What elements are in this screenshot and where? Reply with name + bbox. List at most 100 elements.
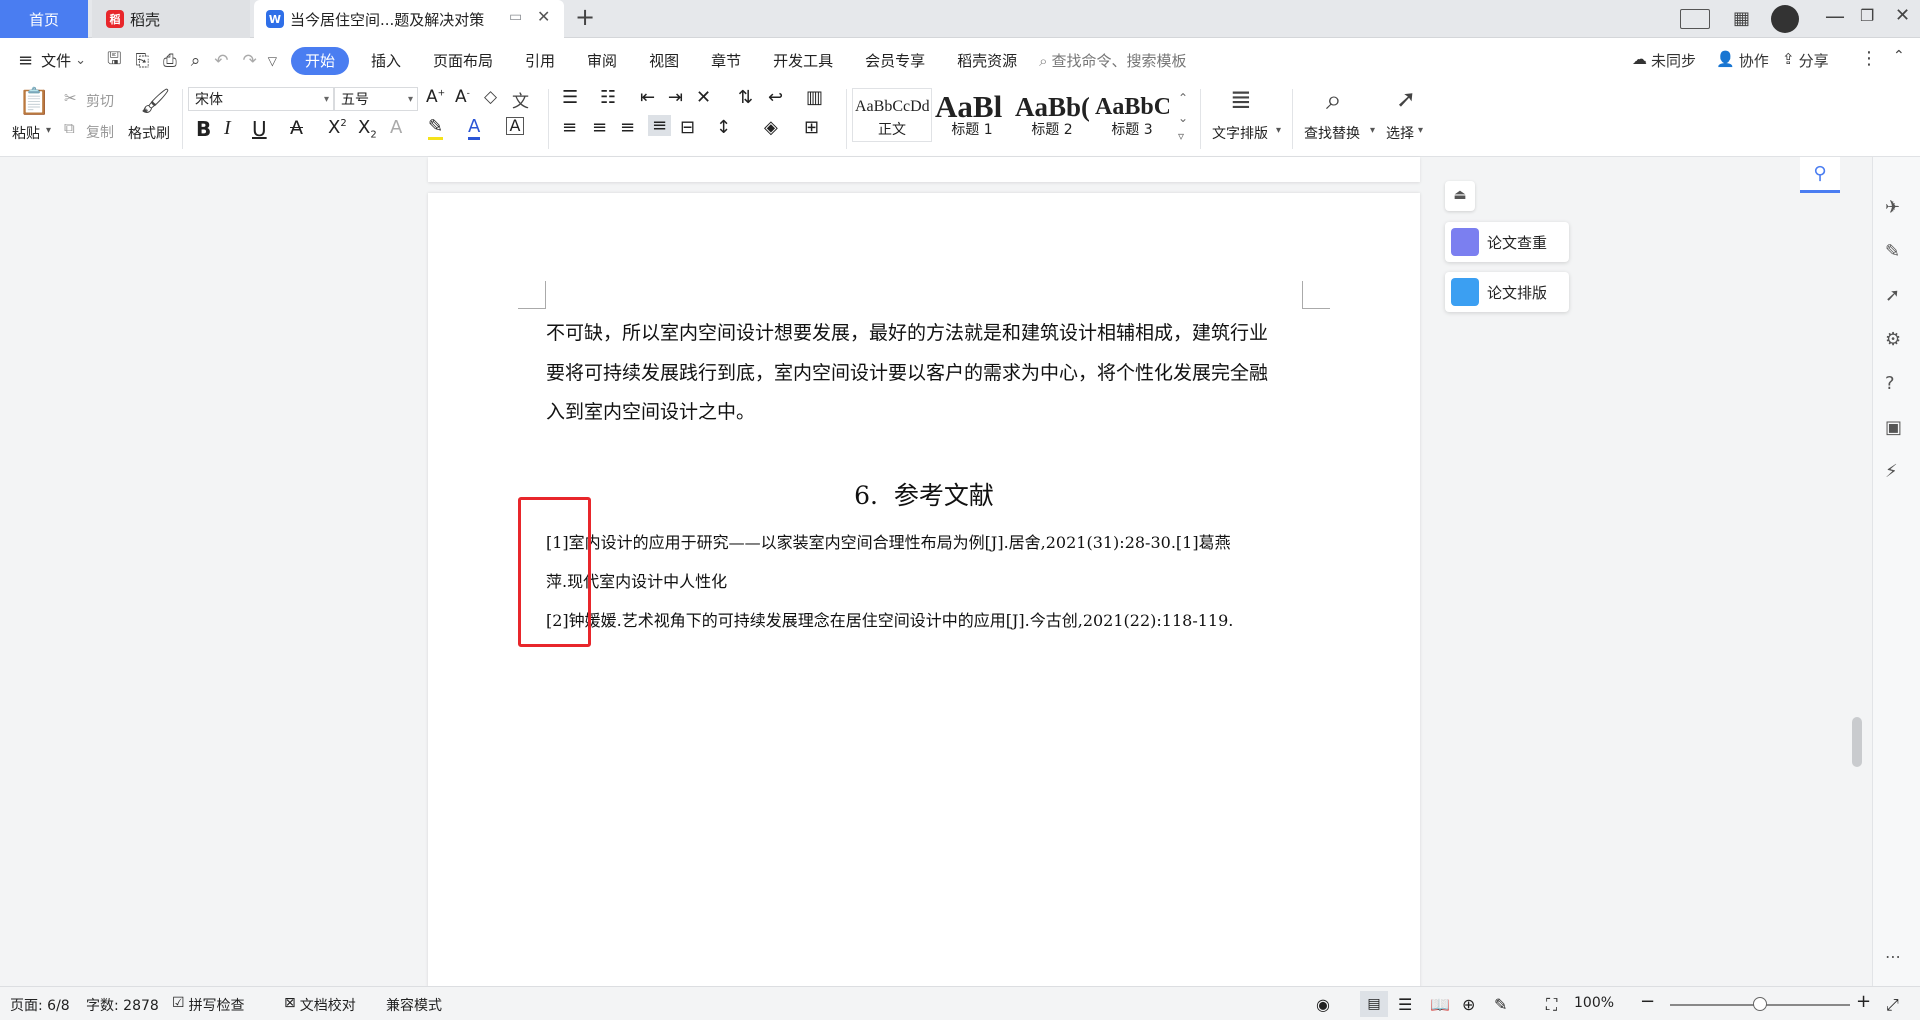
borders-icon[interactable]: ⊞: [804, 117, 819, 138]
customize-quick-access-icon[interactable]: ▽: [264, 54, 285, 68]
bold-icon[interactable]: B: [196, 117, 211, 141]
menu-review[interactable]: 审阅: [571, 38, 633, 83]
zoom-slider-thumb[interactable]: [1753, 997, 1767, 1011]
print-preview-icon[interactable]: ⌕: [184, 51, 208, 71]
thesis-layout-button[interactable]: 论文排版: [1445, 272, 1569, 312]
align-right-icon[interactable]: ≡: [620, 117, 635, 138]
align-left-icon[interactable]: ≡: [562, 117, 577, 138]
style-heading-3[interactable]: AaBbC 标题 3: [1092, 88, 1172, 142]
print-icon[interactable]: ⎙: [156, 51, 184, 71]
zoom-in-button[interactable]: +: [1856, 991, 1871, 1012]
zoom-out-button[interactable]: −: [1640, 991, 1655, 1012]
style-normal[interactable]: AaBbCcDd 正文: [852, 88, 932, 142]
font-color-icon[interactable]: A: [468, 117, 481, 140]
help-icon[interactable]: ?: [1885, 373, 1909, 397]
format-painter-button[interactable]: 格式刷: [128, 123, 170, 143]
apps-grid-icon[interactable]: ▦: [1733, 8, 1750, 29]
spell-check-button[interactable]: ☑ 拼写检查: [172, 995, 245, 1015]
fullscreen-icon[interactable]: ⤢: [1886, 995, 1899, 1015]
pointer-icon[interactable]: ➚: [1885, 285, 1909, 309]
style-heading-2[interactable]: AaBb(标题 2: [1012, 88, 1092, 142]
lightning-icon[interactable]: ⚡: [1885, 461, 1909, 485]
superscript-icon[interactable]: X2: [328, 117, 347, 138]
rocket-icon[interactable]: ✈: [1885, 197, 1909, 221]
copy-button[interactable]: 复制: [86, 122, 114, 142]
page-view-icon[interactable]: ▤: [1360, 991, 1388, 1017]
document-page[interactable]: 不可缺，所以室内空间设计想要发展，最好的方法就是和建筑设计相辅相成，建筑行业 要…: [428, 193, 1420, 1005]
shrink-font-icon[interactable]: A-: [455, 87, 470, 107]
collaborate-button[interactable]: 👤 协作: [1716, 50, 1769, 71]
eye-protection-icon[interactable]: ◉: [1316, 995, 1330, 1014]
distribute-icon[interactable]: ⊟: [680, 117, 695, 138]
underline-icon[interactable]: U: [252, 117, 267, 141]
phonetic-guide-icon[interactable]: 文: [512, 87, 529, 112]
character-border-icon[interactable]: A: [506, 117, 524, 135]
font-size-select[interactable]: 五号 ▾: [334, 87, 418, 111]
avatar[interactable]: [1771, 5, 1799, 33]
tab-home[interactable]: 首页: [0, 0, 88, 38]
decrease-indent-icon[interactable]: ⇤: [640, 87, 655, 108]
menu-home[interactable]: 开始: [290, 46, 349, 75]
increase-indent-icon[interactable]: ⇥: [668, 87, 683, 108]
subscript-icon[interactable]: X2: [358, 117, 377, 141]
vertical-scrollbar[interactable]: [1849, 157, 1865, 986]
restore-icon[interactable]: ❐: [1860, 6, 1874, 25]
styles-more-icon[interactable]: ▿: [1178, 129, 1184, 143]
paste-dropdown-icon[interactable]: ▾: [46, 125, 51, 136]
reading-mode-icon[interactable]: [1680, 9, 1710, 29]
menu-developer[interactable]: 开发工具: [757, 38, 849, 83]
menu-page-layout[interactable]: 页面布局: [417, 38, 509, 83]
cut-button[interactable]: 剪切: [86, 91, 114, 111]
pin-tab-icon[interactable]: ▭: [509, 9, 522, 25]
clipboard-icon[interactable]: 📋: [18, 87, 50, 117]
chinese-layout-icon[interactable]: ✕: [696, 87, 711, 108]
redo-icon[interactable]: ↷: [236, 51, 264, 71]
select-button[interactable]: 选择: [1386, 123, 1414, 143]
bullet-list-icon[interactable]: ☰: [562, 87, 578, 108]
pen-icon[interactable]: ✎: [1885, 241, 1909, 265]
more-options-icon[interactable]: ⋮: [1860, 48, 1878, 69]
line-spacing-icon[interactable]: ↕: [716, 117, 731, 138]
grow-font-icon[interactable]: A+: [426, 87, 445, 107]
word-count[interactable]: 字数: 2878: [86, 995, 159, 1015]
web-view-icon[interactable]: ⊕: [1462, 995, 1475, 1014]
copy-icon[interactable]: ⧉: [64, 119, 75, 137]
save-icon[interactable]: 🖫: [100, 46, 128, 75]
location-pin-icon[interactable]: ⚲: [1800, 157, 1840, 193]
undo-icon[interactable]: ↶: [207, 51, 235, 71]
zoom-level[interactable]: 100%: [1574, 995, 1614, 1011]
collapse-panel-icon[interactable]: ⏏: [1445, 181, 1475, 211]
minimize-icon[interactable]: —: [1825, 4, 1845, 28]
command-search-input[interactable]: 查找命令、搜索模板: [1052, 50, 1187, 71]
text-layout-button[interactable]: 文字排版: [1212, 123, 1268, 143]
page-indicator[interactable]: 页面: 6/8: [10, 995, 70, 1015]
fit-page-icon[interactable]: ⛶: [1546, 995, 1557, 1015]
thesis-check-button[interactable]: 论文查重: [1445, 222, 1569, 262]
scissors-icon[interactable]: ✂: [64, 89, 77, 107]
italic-icon[interactable]: I: [224, 117, 231, 140]
sort-icon[interactable]: ⇅: [738, 87, 753, 108]
tab-daoke[interactable]: 稻 稻壳: [92, 0, 250, 38]
justify-icon[interactable]: ≡: [648, 115, 672, 136]
styles-scroll-up-icon[interactable]: ⌃: [1178, 91, 1188, 105]
collapse-ribbon-icon[interactable]: ⌃: [1893, 48, 1905, 64]
font-name-select[interactable]: 宋体 ▾: [188, 87, 334, 111]
menu-daoke-resources[interactable]: 稻壳资源: [941, 38, 1033, 83]
new-tab-button[interactable]: +: [575, 3, 595, 31]
select-dropdown-icon[interactable]: ▾: [1418, 125, 1423, 136]
export-pdf-icon[interactable]: ⎘: [129, 51, 157, 71]
menu-references[interactable]: 引用: [509, 38, 571, 83]
paste-button[interactable]: 粘贴: [12, 123, 40, 143]
menu-chapter[interactable]: 章节: [695, 38, 757, 83]
chevron-down-icon[interactable]: ⌄: [75, 53, 86, 68]
menu-insert[interactable]: 插入: [355, 38, 417, 83]
scrollbar-thumb[interactable]: [1852, 717, 1862, 767]
sliders-icon[interactable]: ⚙: [1885, 329, 1909, 353]
find-icon[interactable]: ⌕: [1326, 83, 1342, 117]
sync-status[interactable]: ☁ 未同步: [1632, 50, 1696, 71]
text-layout-icon[interactable]: ≣: [1230, 85, 1252, 115]
show-marks-icon[interactable]: ↩: [768, 87, 783, 108]
numbered-list-icon[interactable]: ☷: [600, 87, 616, 108]
write-view-icon[interactable]: ✎: [1494, 995, 1507, 1014]
close-window-icon[interactable]: ✕: [1895, 5, 1910, 26]
